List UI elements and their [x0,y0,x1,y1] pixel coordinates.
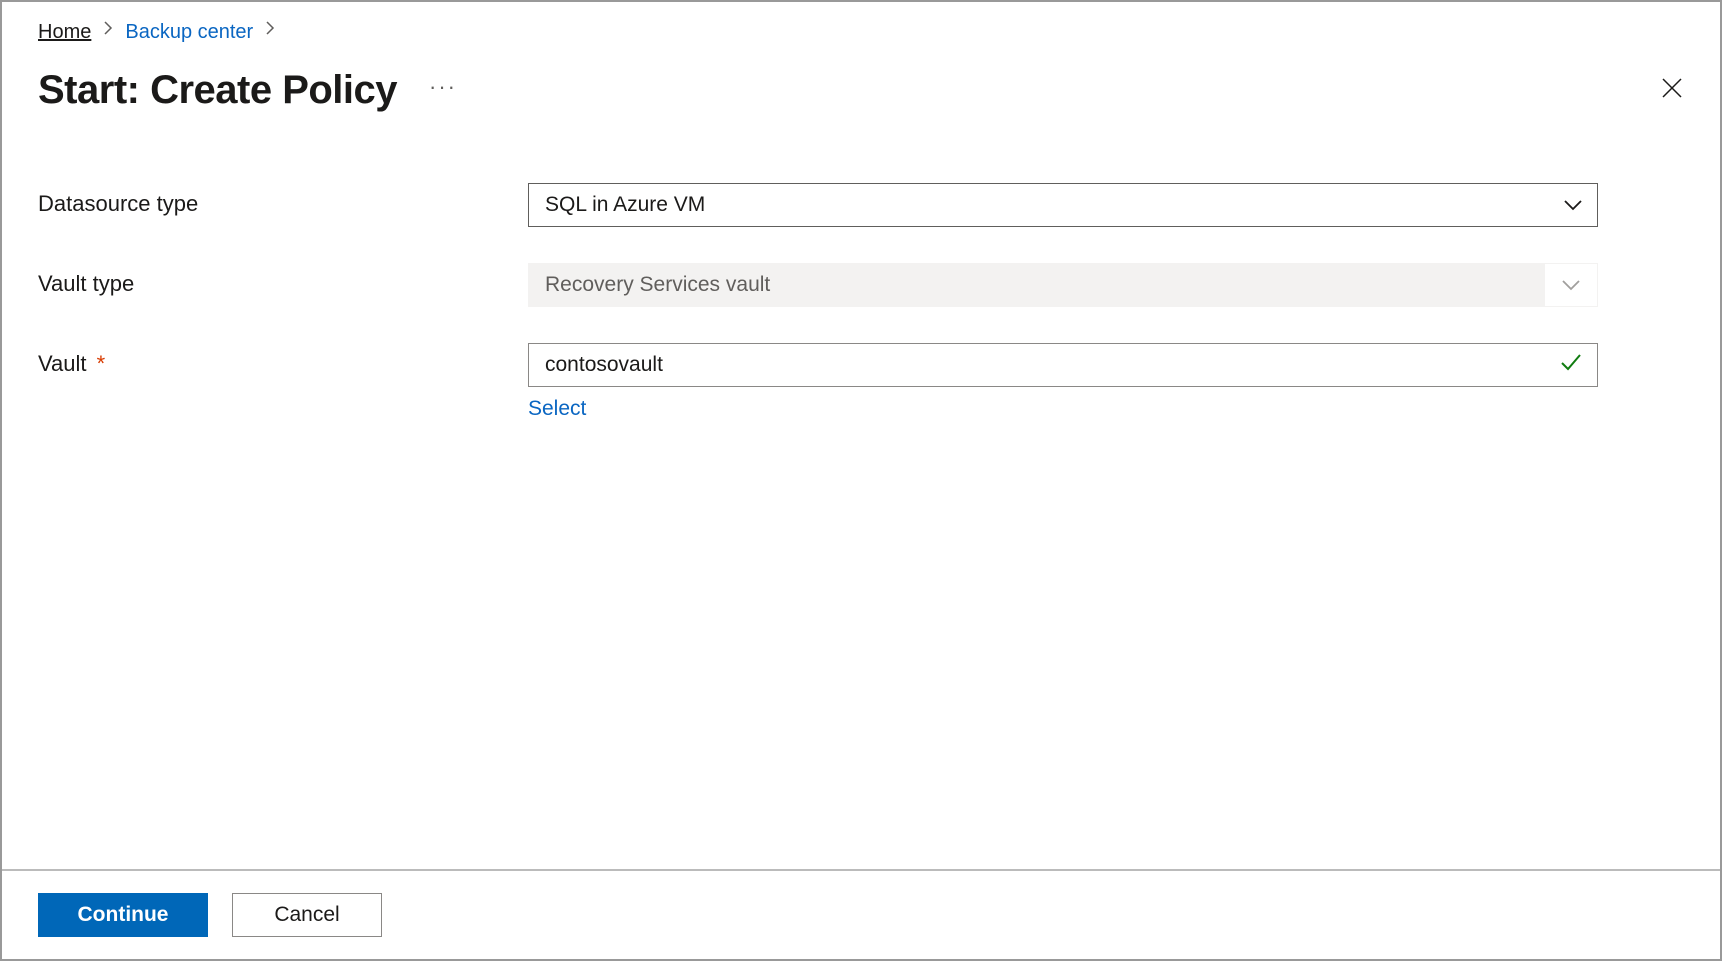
label-datasource-type: Datasource type [38,183,528,217]
vault-select-link[interactable]: Select [528,397,586,421]
datasource-type-select[interactable]: SQL in Azure VM [528,183,1598,227]
vault-type-caret [1545,264,1597,306]
create-policy-form: Datasource type SQL in Azure VM Vault ty… [38,183,1598,421]
chevron-right-icon [265,20,275,44]
page-header: Start: Create Policy ··· [38,68,1684,113]
vault-type-value: Recovery Services vault [545,273,770,297]
close-icon [1660,76,1684,100]
close-button[interactable] [1654,70,1690,111]
cancel-button[interactable]: Cancel [232,893,382,937]
page-title: Start: Create Policy [38,68,397,113]
chevron-down-icon [1561,279,1581,291]
vault-type-select: Recovery Services vault [528,263,1598,307]
row-datasource-type: Datasource type SQL in Azure VM [38,183,1598,227]
checkmark-icon [1559,352,1583,378]
vault-input[interactable]: contosovault [528,343,1598,387]
breadcrumb-home[interactable]: Home [38,20,91,44]
more-actions-button[interactable]: ··· [429,76,457,106]
row-vault: Vault * contosovault Select [38,343,1598,421]
breadcrumb: Home Backup center [38,20,1684,44]
label-vault-type: Vault type [38,263,528,297]
footer-actions: Continue Cancel [2,869,1720,959]
breadcrumb-backup-center[interactable]: Backup center [125,20,253,44]
label-vault-text: Vault [38,351,87,376]
datasource-type-value: SQL in Azure VM [545,193,705,217]
required-marker: * [97,351,106,376]
chevron-right-icon [103,20,113,44]
label-vault: Vault * [38,343,528,377]
continue-button[interactable]: Continue [38,893,208,937]
chevron-down-icon [1563,193,1583,217]
vault-value: contosovault [545,353,663,377]
row-vault-type: Vault type Recovery Services vault [38,263,1598,307]
